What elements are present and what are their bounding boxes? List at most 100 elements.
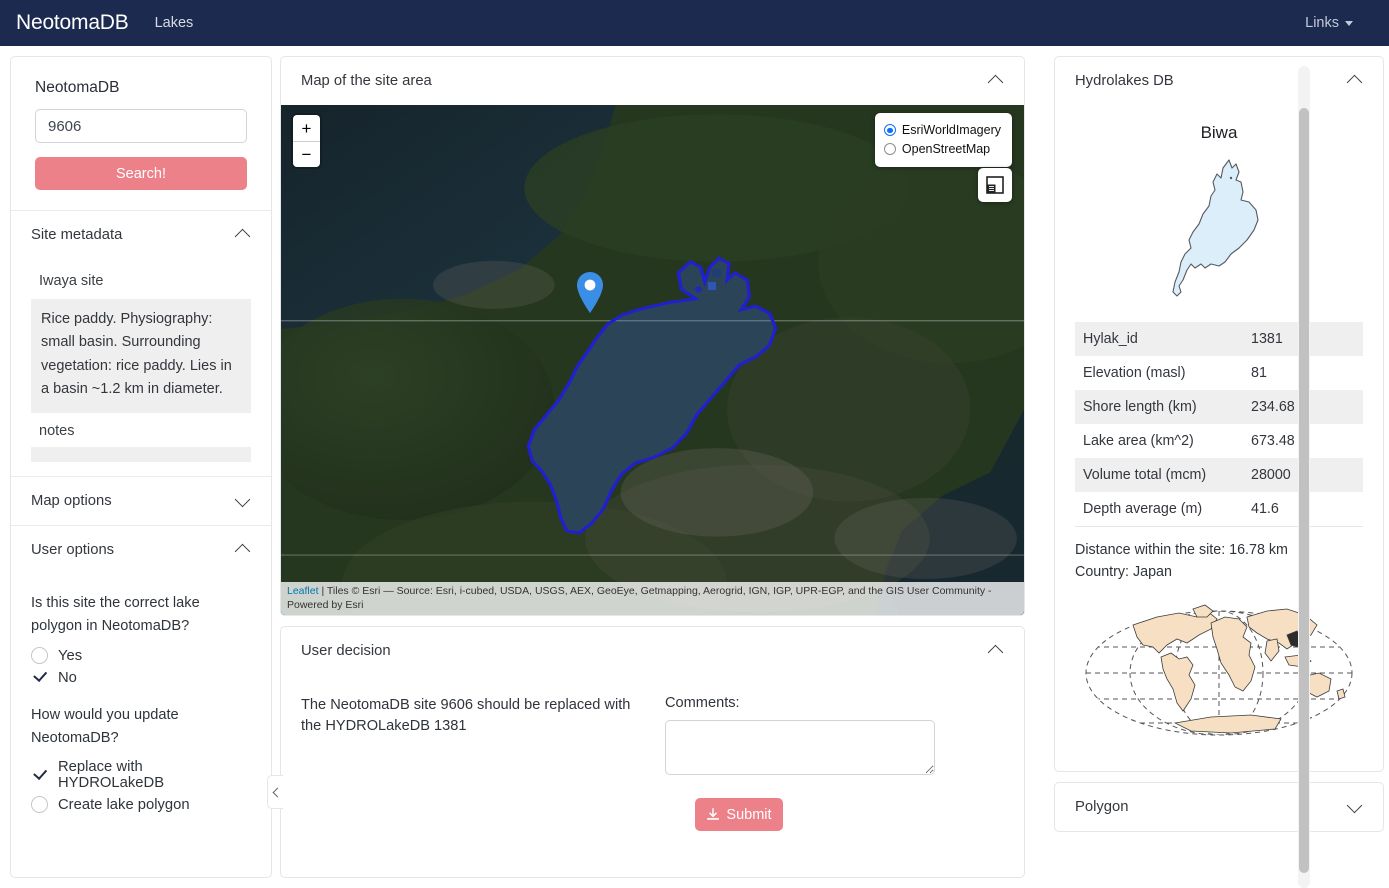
polygon-panel-title: Polygon <box>1075 799 1129 816</box>
panel-collapse-handle[interactable] <box>267 775 283 809</box>
map-layer-control[interactable]: EsriWorldImagery OpenStreetMap <box>874 113 1012 167</box>
nav-item-lakes[interactable]: Lakes <box>155 15 194 31</box>
layer-option-osm-label: OpenStreetMap <box>901 141 991 156</box>
center-scrollbar-track[interactable] <box>1298 66 1310 888</box>
secondary-site-dot <box>708 282 716 290</box>
search-input[interactable] <box>35 109 247 143</box>
map-tiles <box>281 105 1024 615</box>
map-panel: Map of the site area + − EsriWorldImager… <box>280 56 1025 616</box>
polygon-panel-header[interactable]: Polygon <box>1054 782 1384 833</box>
chevron-up-icon <box>988 646 1004 656</box>
center-scrollbar-thumb[interactable] <box>1299 108 1309 873</box>
search-block: NeotomaDB Search! <box>11 57 271 210</box>
section-header-site-metadata[interactable]: Site metadata <box>11 210 271 259</box>
left-column: NeotomaDB Search! Site metadata Iwaya si… <box>10 56 272 878</box>
check-icon <box>31 669 48 686</box>
attribution-text: | Tiles © Esri — Source: Esri, i-cubed, … <box>287 584 992 611</box>
submit-button[interactable]: Submit <box>695 798 783 831</box>
section-header-user-options[interactable]: User options <box>11 524 271 574</box>
layer-option-osm[interactable]: OpenStreetMap <box>883 140 1001 159</box>
table-row: Shore length (km) 234.68 <box>1075 390 1363 424</box>
distance-text: Distance within the site: 16.78 km <box>1075 542 1288 558</box>
section-title-map-options: Map options <box>31 492 112 509</box>
map-pin-icon[interactable] <box>577 272 603 314</box>
brand-logo[interactable]: NeotomaDB <box>16 11 129 35</box>
country-text: Country: Japan <box>1075 564 1172 581</box>
center-column: Map of the site area + − EsriWorldImager… <box>267 56 1310 888</box>
property-key: Lake area (km^2) <box>1083 433 1194 449</box>
notes-label: notes <box>39 422 75 439</box>
zoom-in-button[interactable]: + <box>293 115 320 141</box>
layer-option-esri-label: EsriWorldImagery <box>901 123 1001 137</box>
radio-icon <box>31 647 48 665</box>
leaflet-map[interactable]: + − EsriWorldImagery OpenStreetMap Leafl… <box>281 105 1024 615</box>
map-panel-title: Map of the site area <box>301 73 432 89</box>
site-description: Rice paddy. Physiography: small basin. S… <box>31 299 251 413</box>
search-button[interactable]: Search! <box>35 157 247 190</box>
page-body: NeotomaDB Search! Site metadata Iwaya si… <box>0 46 1389 888</box>
decision-statement: The NeotomaDB site 9606 should be replac… <box>301 697 631 735</box>
lake-name: Biwa <box>1200 123 1238 142</box>
map-zoom-controls[interactable]: + − <box>293 115 320 167</box>
user-decision-body: The NeotomaDB site 9606 should be replac… <box>281 675 1024 841</box>
links-dropdown-label: Links <box>1305 15 1339 31</box>
map-minimap-toggle-button[interactable] <box>978 168 1012 202</box>
zoom-out-button[interactable]: − <box>293 141 320 167</box>
submit-button-label: Submit <box>726 806 772 823</box>
section-header-map-options[interactable]: Map options <box>11 475 271 525</box>
chevron-up-icon <box>988 76 1004 86</box>
option-yes[interactable]: Yes <box>31 647 251 665</box>
option-replace-hydrolakedb[interactable]: Replace with HYDROLakeDB <box>31 759 251 791</box>
lake-shape-figure <box>1055 149 1383 304</box>
right-column: Hydrolakes DB Biwa Hylak_id 1381 Elevati… <box>1054 56 1384 878</box>
site-name: Iwaya site <box>39 273 104 289</box>
search-label: NeotomaDB <box>35 79 120 96</box>
table-row: Hylak_id 1381 <box>1075 322 1363 356</box>
section-body-site-metadata: Iwaya site Rice paddy. Physiography: sma… <box>11 259 271 476</box>
property-key: Shore length (km) <box>1083 399 1197 415</box>
comments-label: Comments: <box>665 695 740 711</box>
user-decision-header[interactable]: User decision <box>281 627 1024 675</box>
option-create-lake-polygon[interactable]: Create lake polygon <box>31 796 251 814</box>
chevron-left-icon <box>272 787 282 797</box>
user-decision-title: User decision <box>301 643 391 659</box>
chevron-up-icon <box>235 545 251 555</box>
hydrolakes-properties-table: Hylak_id 1381 Elevation (masl) 81 Shore … <box>1075 322 1363 527</box>
chevron-up-icon <box>235 230 251 240</box>
option-create-label: Create lake polygon <box>58 796 190 813</box>
minimap-icon <box>986 176 1004 194</box>
section-body-user-options: Is this site the correct lake polygon in… <box>11 574 271 832</box>
option-no[interactable]: No <box>31 669 251 686</box>
option-yes-label: Yes <box>58 647 83 664</box>
map-panel-header[interactable]: Map of the site area <box>281 57 1024 105</box>
option-replace-label: Replace with HYDROLakeDB <box>58 759 165 792</box>
comments-column: Comments: Submit <box>665 695 1004 831</box>
section-title-site-metadata: Site metadata <box>31 227 123 243</box>
leaflet-link[interactable]: Leaflet <box>287 585 319 597</box>
chevron-up-icon <box>1347 76 1363 86</box>
table-row: Elevation (masl) 81 <box>1075 356 1363 390</box>
property-key: Hylak_id <box>1083 331 1138 347</box>
question-correct-polygon: Is this site the correct lake polygon in… <box>31 594 200 634</box>
download-icon <box>707 807 720 820</box>
radio-icon <box>31 796 48 814</box>
layer-option-esri[interactable]: EsriWorldImagery <box>883 121 1001 140</box>
chevron-down-icon <box>235 496 251 506</box>
user-decision-panel: User decision The NeotomaDB site 9606 sh… <box>267 626 1025 878</box>
chevron-down-icon <box>1345 20 1353 26</box>
center-scroll-container: Map of the site area + − EsriWorldImager… <box>267 56 1025 878</box>
radio-selected-icon <box>883 124 896 137</box>
comments-input[interactable] <box>665 720 935 775</box>
property-key: Elevation (masl) <box>1083 365 1186 381</box>
hydrolakes-header[interactable]: Hydrolakes DB <box>1055 57 1383 105</box>
navbar: NeotomaDB Lakes Links <box>0 0 1389 46</box>
option-no-label: No <box>58 669 77 686</box>
property-key: Volume total (mcm) <box>1083 467 1207 483</box>
lake-polygon-shape <box>1172 158 1259 297</box>
world-map-icon <box>1085 604 1353 736</box>
hydrolakes-panel: Hydrolakes DB Biwa Hylak_id 1381 Elevati… <box>1054 56 1384 773</box>
radio-icon <box>883 143 896 156</box>
property-key: Depth average (m) <box>1075 492 1243 527</box>
links-dropdown[interactable]: Links <box>1305 15 1373 31</box>
notes-value <box>31 446 251 462</box>
